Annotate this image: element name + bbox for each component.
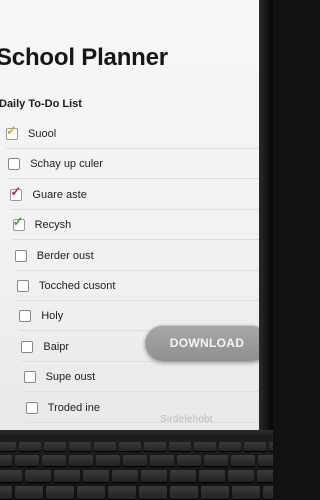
- keyboard-key: [15, 486, 43, 499]
- checkmark-icon: ✓: [12, 214, 24, 230]
- keyboard-key: [0, 442, 16, 451]
- keyboard-key: [25, 470, 51, 482]
- todo-item-label: Holy: [41, 310, 64, 323]
- keyboard-key: [170, 470, 196, 482]
- keyboard-key: [201, 486, 229, 499]
- keyboard-key: [170, 486, 198, 499]
- page-title: School Planner: [0, 44, 168, 71]
- screen-bezel: [259, 0, 273, 430]
- todo-item[interactable]: Supe oust: [23, 363, 262, 393]
- keyboard-key: [0, 470, 22, 482]
- keyboard-key: [194, 442, 216, 451]
- keyboard-key: [54, 470, 80, 482]
- keyboard-key: [258, 455, 273, 466]
- keyboard-key: [150, 455, 174, 466]
- laptop-brand-label: Sirdelehobt: [160, 414, 213, 425]
- keyboard-key: [15, 455, 39, 466]
- checkmark-icon: ✓: [6, 123, 17, 138]
- todo-item-label: Tocched cusont: [39, 280, 116, 292]
- todo-item-label: Baipr: [43, 340, 70, 353]
- keyboard-key: [44, 442, 66, 451]
- checkmark-icon: ✓: [10, 183, 22, 199]
- todo-item-label: Suool: [28, 128, 57, 140]
- todo-item[interactable]: Berder oust: [14, 242, 262, 271]
- keyboard-key: [257, 470, 273, 482]
- photo-scene: School Planner Daily To-Do List ✓ Suool Sc…: [0, 0, 273, 500]
- keyboard-key: [144, 442, 166, 451]
- keyboard-key: [204, 455, 228, 466]
- keyboard-key: [77, 486, 105, 499]
- todo-checkbox[interactable]: [21, 340, 34, 353]
- todo-item-label: Recysh: [34, 219, 72, 232]
- keyboard-key: [139, 486, 167, 499]
- keyboard-key: [263, 486, 273, 499]
- todo-checkbox[interactable]: ✓: [12, 215, 25, 232]
- download-button[interactable]: DOWNLOAD: [145, 325, 262, 361]
- keyboard-key: [108, 486, 136, 499]
- keyboard-key: [96, 455, 120, 466]
- todo-checkbox[interactable]: [23, 371, 36, 384]
- keyboard-key: [112, 470, 138, 482]
- keyboard-key: [0, 455, 12, 466]
- todo-item-label: Berder oust: [36, 249, 94, 262]
- keyboard-key: [42, 455, 66, 466]
- todo-list-title: Daily To-Do List: [0, 98, 82, 110]
- todo-item[interactable]: Troded ine: [25, 394, 262, 423]
- laptop-keyboard: [0, 438, 273, 500]
- keyboard-key: [231, 455, 255, 466]
- keyboard-key: [232, 486, 260, 499]
- keyboard-key: [46, 486, 74, 499]
- laptop-screen: School Planner Daily To-Do List ✓ Suool Sc…: [0, 0, 262, 430]
- todo-item[interactable]: ✓ Suool: [6, 120, 262, 149]
- todo-item[interactable]: ✓ Guare aste: [10, 181, 262, 210]
- keyboard-key: [199, 470, 225, 482]
- keyboard-key: [269, 442, 273, 451]
- todo-item-label: Supe oust: [45, 371, 96, 384]
- todo-item-label: Guare aste: [32, 188, 87, 201]
- todo-item[interactable]: Schay up culer: [8, 150, 262, 180]
- todo-checkbox[interactable]: [17, 280, 29, 292]
- keyboard-key: [94, 442, 116, 451]
- keyboard-key: [228, 470, 254, 482]
- todo-item-label: Schay up culer: [30, 158, 103, 171]
- todo-checkbox[interactable]: [19, 310, 32, 323]
- todo-checkbox[interactable]: ✓: [10, 185, 23, 201]
- keyboard-key: [83, 470, 109, 482]
- todo-checkbox[interactable]: [14, 249, 27, 262]
- keyboard-key: [141, 470, 167, 482]
- keyboard-key: [177, 455, 201, 466]
- todo-checkbox[interactable]: ✓: [6, 124, 18, 140]
- keyboard-key: [123, 455, 147, 466]
- keyboard-key: [169, 442, 191, 451]
- keyboard-key: [0, 486, 12, 499]
- keyboard-key: [19, 442, 41, 451]
- keyboard-key: [219, 442, 241, 451]
- keyboard-key: [244, 442, 266, 451]
- todo-item[interactable]: Tocched cusont: [17, 272, 262, 301]
- keyboard-key: [69, 455, 93, 466]
- keyboard-key: [119, 442, 141, 451]
- todo-item-label: Troded ine: [47, 401, 100, 414]
- keyboard-key: [69, 442, 91, 451]
- todo-item[interactable]: ✓ Recysh: [12, 211, 262, 241]
- todo-checkbox[interactable]: [8, 158, 21, 171]
- todo-checkbox[interactable]: [25, 401, 38, 414]
